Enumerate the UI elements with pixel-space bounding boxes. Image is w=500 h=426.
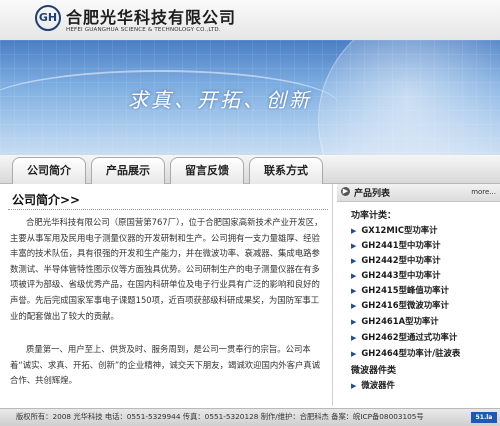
more-link[interactable]: more... (471, 188, 496, 196)
footer-copyright: 版权所有：2008 光华科技 电话：0551-5329944 传真：0551-5… (16, 412, 424, 421)
product-link[interactable]: ▶ GH2462型通过式功率计 (351, 331, 457, 343)
intro-paragraph: 合肥光华科技有限公司（原国营第767厂），位于合肥国家高新技术产业开发区，主要从… (10, 217, 323, 321)
product-label: GH2464型功率计/驻波表 (361, 348, 461, 358)
product-label: GH2442型中功率计 (361, 255, 441, 265)
company-name-en: HEFEI GUANGHUA SCIENCE & TECHNOLOGY CO.,… (66, 27, 221, 33)
stats-badge[interactable]: 51.la (471, 412, 497, 423)
hero-banner: 求真、开拓、创新 (0, 40, 500, 155)
sidebar-header: ▶ 产品列表 more... (337, 184, 500, 202)
product-label: GX12MIC型功率计 (361, 225, 438, 235)
mission-paragraph: 质量第一、用户至上、供货及时、服务周到，是公司一贯奉行的宗旨。公司本着“诚实、求… (10, 344, 321, 386)
nav-item-contact[interactable]: 联系方式 (249, 157, 323, 184)
arrow-right-icon: ▶ (351, 318, 357, 326)
arrow-right-icon: ▶ (351, 382, 357, 390)
product-link[interactable]: ▶ GH2461A型功率计 (351, 315, 439, 327)
arrow-right-icon: ▶ (351, 272, 357, 280)
product-link[interactable]: ▶ GH2416型微波功率计 (351, 299, 449, 311)
arrow-right-icon: ▶ (351, 227, 357, 235)
product-label: GH2462型通过式功率计 (361, 332, 458, 342)
product-label: GH2415型峰值功率计 (361, 285, 449, 295)
product-link[interactable]: ▶ GH2441型中功率计 (351, 239, 440, 251)
product-label: GH2416型微波功率计 (361, 300, 449, 310)
product-sidebar: ▶ 产品列表 more... 功率计类： ▶ GX12MIC型功率计 ▶ GH244… (337, 184, 500, 406)
company-name: 合肥光华科技有限公司 (66, 8, 237, 27)
section-divider (8, 209, 328, 210)
banner-slogan: 求真、开拓、创新 (128, 88, 312, 112)
product-link[interactable]: ▶ GX12MIC型功率计 (351, 224, 437, 236)
product-link[interactable]: ▶ GH2442型中功率计 (351, 254, 440, 266)
product-label: 微波器件 (361, 380, 395, 390)
product-link[interactable]: ▶ GH2464型功率计/驻波表 (351, 347, 460, 359)
arrow-right-icon: ▶ (351, 287, 357, 295)
arrow-circle-icon: ▶ (341, 187, 350, 196)
product-link[interactable]: ▶ GH2443型中功率计 (351, 269, 440, 281)
site-footer: 版权所有：2008 光华科技 电话：0551-5329944 传真：0551-5… (0, 408, 500, 426)
about-section: 公司简介>> 合肥光华科技有限公司（原国营第767厂），位于合肥国家高新技术产业… (4, 184, 333, 406)
nav-item-feedback[interactable]: 留言反馈 (170, 157, 244, 184)
arrow-right-icon: ▶ (351, 334, 357, 342)
section-title: 公司简介>> (12, 193, 81, 207)
company-logo-icon[interactable]: GH (35, 5, 61, 31)
nav-item-products[interactable]: 产品展示 (91, 157, 165, 184)
arrow-right-icon: ▶ (351, 302, 357, 310)
site-header: GH 合肥光华科技有限公司 HEFEI GUANGHUA SCIENCE & T… (0, 0, 500, 41)
globe-icon (318, 40, 500, 155)
sidebar-title: 产品列表 (354, 189, 391, 199)
product-label: GH2441型中功率计 (361, 240, 441, 250)
nav-item-about[interactable]: 公司简介 (12, 157, 86, 184)
main-nav: 公司简介 产品展示 留言反馈 联系方式 (0, 155, 500, 184)
category-power-meters: 功率计类： (351, 211, 397, 221)
product-link[interactable]: ▶ GH2415型峰值功率计 (351, 284, 449, 296)
product-label: GH2461A型功率计 (361, 316, 439, 326)
arrow-right-icon: ▶ (351, 350, 357, 358)
product-label: GH2443型中功率计 (361, 270, 441, 280)
category-microwave: 微波器件类 (351, 366, 397, 376)
arrow-right-icon: ▶ (351, 257, 357, 265)
arrow-right-icon: ▶ (351, 242, 357, 250)
product-link[interactable]: ▶ 微波器件 (351, 379, 395, 391)
